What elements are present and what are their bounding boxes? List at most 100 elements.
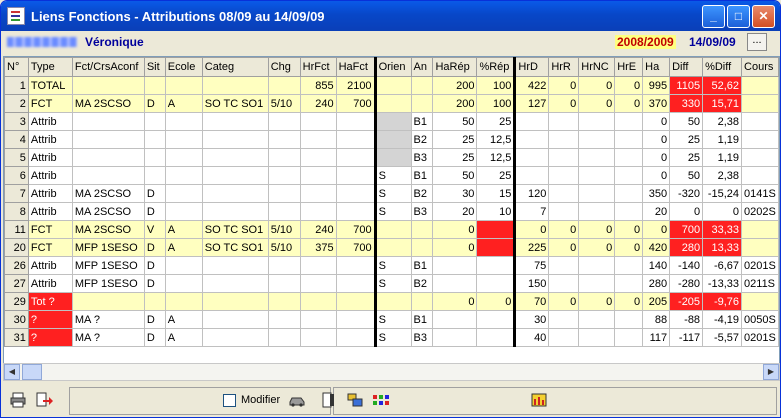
- column-header[interactable]: HrE: [614, 57, 644, 77]
- scroll-thumb[interactable]: [22, 364, 42, 380]
- table-cell[interactable]: -205: [669, 292, 704, 311]
- table-row[interactable]: 26 Attrib MFP 1SESO D S B1 75 140 -140 -6,67 0201S: [4, 256, 779, 275]
- row-number[interactable]: 1: [4, 76, 29, 95]
- table-cell[interactable]: MFP 1SESO: [71, 274, 145, 293]
- table-cell[interactable]: [548, 184, 580, 203]
- table-cell[interactable]: MA 2SCSO: [71, 220, 145, 239]
- table-cell[interactable]: 200: [432, 94, 478, 113]
- table-cell[interactable]: TOTAL: [27, 76, 73, 95]
- table-cell[interactable]: [164, 130, 203, 149]
- table-cell[interactable]: [578, 148, 616, 167]
- table-cell[interactable]: A: [164, 94, 203, 113]
- row-number[interactable]: 7: [4, 184, 29, 203]
- table-cell[interactable]: [71, 166, 145, 185]
- maximize-button[interactable]: □: [727, 4, 750, 28]
- table-cell[interactable]: [299, 310, 337, 329]
- table-cell[interactable]: 70: [513, 292, 550, 311]
- table-cell[interactable]: D: [143, 94, 166, 113]
- table-cell[interactable]: [164, 184, 203, 203]
- row-number[interactable]: 8: [4, 202, 29, 221]
- table-cell[interactable]: Attrib: [27, 274, 73, 293]
- table-cell[interactable]: 0: [642, 220, 671, 239]
- table-cell[interactable]: 127: [513, 94, 550, 113]
- row-number[interactable]: 30: [4, 310, 29, 329]
- table-cell[interactable]: 50: [669, 112, 704, 131]
- column-header[interactable]: Ecole: [164, 57, 203, 77]
- table-cell[interactable]: [741, 148, 779, 167]
- table-cell[interactable]: 0: [476, 292, 516, 311]
- table-cell[interactable]: 25: [669, 130, 704, 149]
- column-header[interactable]: HrNC: [578, 57, 616, 77]
- table-cell[interactable]: 0: [614, 220, 644, 239]
- table-row[interactable]: 20 FCT MFP 1SESO D A SO TC SO1 5/10 375 700 0 225 0…: [4, 238, 779, 257]
- table-cell[interactable]: [548, 166, 580, 185]
- table-cell[interactable]: 0: [702, 202, 743, 221]
- table-cell[interactable]: [201, 310, 269, 329]
- column-header[interactable]: Orien: [373, 57, 412, 77]
- table-cell[interactable]: 0: [548, 76, 580, 95]
- table-cell[interactable]: [548, 112, 580, 131]
- table-cell[interactable]: 240: [299, 94, 337, 113]
- table-cell[interactable]: [614, 310, 644, 329]
- table-cell[interactable]: [373, 112, 412, 131]
- table-cell[interactable]: 40: [513, 328, 550, 347]
- table-cell[interactable]: [164, 202, 203, 221]
- table-cell[interactable]: [267, 76, 301, 95]
- table-cell[interactable]: 330: [669, 94, 704, 113]
- table-cell[interactable]: 15,71: [702, 94, 743, 113]
- table-cell[interactable]: Attrib: [27, 166, 73, 185]
- table-cell[interactable]: [410, 94, 434, 113]
- row-number[interactable]: 29: [4, 292, 29, 311]
- table-cell[interactable]: [143, 76, 166, 95]
- table-cell[interactable]: [741, 238, 779, 257]
- table-cell[interactable]: [614, 112, 644, 131]
- table-cell[interactable]: [614, 274, 644, 293]
- table-cell[interactable]: 117: [642, 328, 671, 347]
- table-cell[interactable]: [373, 238, 412, 257]
- table-cell[interactable]: [741, 220, 779, 239]
- table-cell[interactable]: B1: [410, 112, 434, 131]
- table-cell[interactable]: B2: [410, 130, 434, 149]
- close-button[interactable]: ✕: [752, 4, 775, 28]
- table-cell[interactable]: MFP 1SESO: [71, 238, 145, 257]
- table-cell[interactable]: [614, 130, 644, 149]
- horizontal-scrollbar[interactable]: ◀ ▶: [3, 363, 780, 381]
- table-cell[interactable]: 50: [669, 166, 704, 185]
- row-number[interactable]: 27: [4, 274, 29, 293]
- table-cell[interactable]: -88: [669, 310, 704, 329]
- table-cell[interactable]: 0: [578, 94, 616, 113]
- table-cell[interactable]: 25: [432, 130, 478, 149]
- table-cell[interactable]: 5/10: [267, 220, 301, 239]
- minimize-button[interactable]: _: [702, 4, 725, 28]
- table-cell[interactable]: [741, 166, 779, 185]
- table-cell[interactable]: FCT: [27, 94, 73, 113]
- table-cell[interactable]: [548, 310, 580, 329]
- table-cell[interactable]: 0: [548, 238, 580, 257]
- table-cell[interactable]: D: [143, 310, 166, 329]
- table-cell[interactable]: [267, 166, 301, 185]
- table-cell[interactable]: [432, 256, 478, 275]
- table-cell[interactable]: [741, 94, 779, 113]
- table-cell[interactable]: S: [373, 310, 412, 329]
- table-row[interactable]: 7 Attrib MA 2SCSO D S B2 30 15 120 350 -320 -15,24 0…: [4, 184, 779, 203]
- table-cell[interactable]: -320: [669, 184, 704, 203]
- row-number[interactable]: 4: [4, 130, 29, 149]
- table-cell[interactable]: [578, 274, 616, 293]
- table-cell[interactable]: ?: [27, 328, 73, 347]
- table-cell[interactable]: [299, 112, 337, 131]
- table-cell[interactable]: 205: [642, 292, 671, 311]
- table-cell[interactable]: MA 2SCSO: [71, 94, 145, 113]
- table-row[interactable]: 8 Attrib MA 2SCSO D S B3 20 10 7 20 0 0 0202S: [4, 202, 779, 221]
- table-cell[interactable]: Attrib: [27, 184, 73, 203]
- table-cell[interactable]: 25: [432, 148, 478, 167]
- table-cell[interactable]: 75: [513, 256, 550, 275]
- table-cell[interactable]: [164, 166, 203, 185]
- scroll-right-icon[interactable]: ▶: [763, 364, 779, 380]
- table-row[interactable]: 5 Attrib B3 25 12,5 0 25 1,19: [4, 148, 779, 167]
- table-cell[interactable]: 0141S: [741, 184, 779, 203]
- table-cell[interactable]: [201, 130, 269, 149]
- modifier-checkbox-box[interactable]: [223, 393, 236, 407]
- table-cell[interactable]: [373, 148, 412, 167]
- table-cell[interactable]: 0: [578, 292, 616, 311]
- table-cell[interactable]: 12,5: [476, 148, 516, 167]
